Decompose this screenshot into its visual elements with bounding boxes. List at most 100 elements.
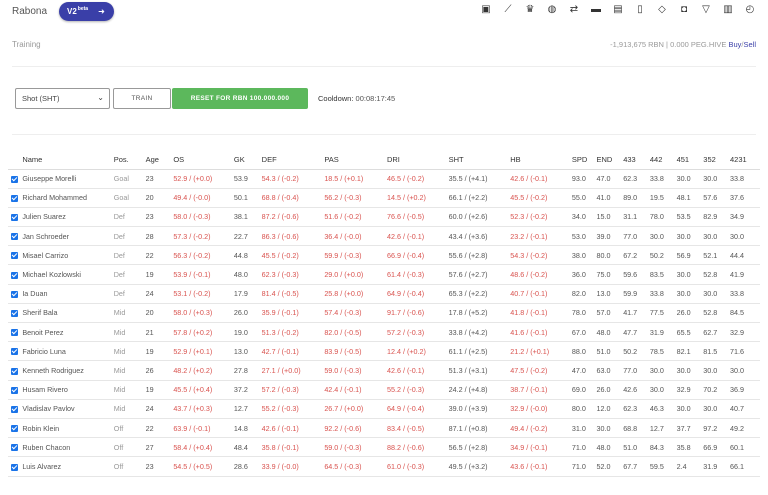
stat-cell: 58.0 / (-0.3): [171, 207, 232, 228]
divider: [12, 134, 756, 135]
tag-icon[interactable]: ◇: [656, 4, 668, 16]
stat-cell: 37.6: [728, 188, 760, 208]
buy-link[interactable]: Buy: [728, 40, 741, 49]
row-checkbox[interactable]: [10, 310, 18, 317]
row-checkbox[interactable]: [10, 386, 18, 394]
stat-cell: 38.1: [231, 207, 260, 228]
stat-cell: 31.9: [701, 456, 728, 477]
column-header[interactable]: HB: [508, 151, 570, 170]
stat-cell: 82.9: [701, 207, 728, 228]
column-header[interactable]: 451: [674, 151, 702, 170]
reset-button[interactable]: RESET FOR RBN 100.000.000: [172, 88, 308, 109]
transfer-icon[interactable]: ⇄: [568, 4, 580, 16]
row-checkbox[interactable]: [10, 194, 18, 202]
column-header[interactable]: Age: [143, 151, 172, 170]
stat-cell: 66.9: [701, 437, 728, 458]
column-header[interactable]: DRI: [384, 151, 447, 170]
player-name: Michael Kozlowski: [20, 264, 112, 285]
column-header[interactable]: GK: [231, 151, 260, 170]
stat-cell: 31.1: [621, 207, 648, 228]
cooldown-value: 00:08:17:45: [355, 94, 396, 103]
column-header[interactable]: DEF: [259, 151, 323, 170]
stat-cell: 88.0: [569, 341, 595, 362]
stat-cell: 51.6 / (-0.2): [322, 207, 385, 228]
row-checkbox-cell: [8, 264, 21, 285]
chart-icon[interactable]: ⟋: [502, 4, 514, 16]
player-position: Off: [111, 418, 144, 439]
stat-cell: 82.0: [569, 284, 595, 304]
player-name: Julien Suarez: [20, 207, 112, 228]
table-row: Ia Duan Def 24 53.1 / (-0.2) 17.9 81.4 / (-0.…: [8, 284, 760, 304]
stat-cell: 60.1: [728, 437, 760, 458]
card-icon[interactable]: ▤: [612, 4, 624, 16]
row-checkbox[interactable]: [10, 425, 18, 433]
stat-cell: 23: [143, 169, 172, 189]
row-checkbox[interactable]: [10, 367, 18, 375]
row-checkbox[interactable]: [10, 175, 18, 183]
stadium-icon[interactable]: ▬: [590, 4, 602, 16]
row-checkbox[interactable]: [10, 252, 18, 260]
stat-cell: 21.2 / (+0.1): [508, 341, 570, 362]
stat-cell: 41.6 / (-0.1): [508, 322, 570, 343]
row-checkbox[interactable]: [10, 348, 18, 356]
stat-cell: 59.0 / (-0.3): [322, 437, 385, 458]
row-checkbox[interactable]: [10, 290, 18, 298]
row-checkbox[interactable]: [10, 214, 18, 222]
v2-beta-button[interactable]: V2 beta ➜: [59, 2, 114, 21]
stat-cell: 30.0: [647, 226, 675, 247]
stat-cell: 37.7: [674, 418, 702, 439]
stat-cell: 68.8 / (-0.4): [259, 188, 323, 208]
row-checkbox[interactable]: [10, 463, 18, 471]
train-button[interactable]: TRAIN: [113, 88, 171, 109]
stat-cell: 19.0: [231, 322, 260, 343]
player-position: Mid: [111, 380, 144, 400]
stat-cell: 36.0: [569, 264, 595, 285]
stat-cell: 33.8: [647, 169, 675, 189]
column-header[interactable]: 433: [621, 151, 648, 170]
club-icon[interactable]: ▣: [480, 4, 492, 16]
bag-icon[interactable]: ◘: [678, 4, 690, 16]
stat-cell: 24.2 / (+4.8): [446, 380, 509, 400]
trophy-cup-icon[interactable]: ▽: [700, 4, 712, 16]
row-checkbox[interactable]: [10, 329, 18, 337]
stat-cell: 52.1: [701, 245, 728, 266]
sell-link[interactable]: Sell: [743, 40, 756, 49]
column-header[interactable]: 4231: [728, 151, 760, 170]
column-header[interactable]: OS: [171, 151, 232, 170]
brand-logo[interactable]: Rabona: [12, 6, 47, 17]
row-checkbox[interactable]: [10, 271, 18, 279]
document-icon[interactable]: ▯: [634, 4, 646, 16]
timer-icon[interactable]: ◴: [744, 4, 756, 16]
stat-cell: 29.0 / (+0.0): [322, 264, 385, 285]
column-header[interactable]: SPD: [569, 151, 595, 170]
table-row: Fabricio Luna Mid 19 52.9 / (+0.1) 13.0 42.7 …: [8, 341, 760, 362]
stat-cell: 49.2: [728, 418, 760, 439]
column-header[interactable]: SHT: [446, 151, 509, 170]
bar-chart-icon[interactable]: ▥: [722, 4, 734, 16]
stat-cell: 50.2: [621, 341, 648, 362]
stat-cell: 30.0: [701, 360, 728, 381]
stat-cell: 76.6 / (-0.5): [384, 207, 447, 228]
page-title: Training: [12, 40, 41, 49]
stat-cell: 53.5: [674, 207, 702, 228]
stat-cell: 52.8: [701, 303, 728, 324]
globe-icon[interactable]: ◍: [546, 4, 558, 16]
row-checkbox[interactable]: [10, 405, 18, 413]
table-row: Benoit Perez Mid 21 57.8 / (+0.2) 19.0 51.3 /…: [8, 322, 760, 343]
column-header[interactable]: END: [594, 151, 622, 170]
column-header[interactable]: Name: [20, 151, 112, 170]
row-checkbox[interactable]: [10, 233, 18, 241]
player-name: Richard Mohammed: [20, 188, 112, 208]
player-position: Off: [111, 456, 144, 477]
skill-select[interactable]: Shot (SHT) ⌄: [15, 88, 110, 109]
stat-cell: 59.0 / (-0.3): [322, 360, 385, 381]
trophy-icon[interactable]: ♛: [524, 4, 536, 16]
column-header[interactable]: 442: [647, 151, 675, 170]
row-checkbox[interactable]: [10, 444, 18, 452]
column-header[interactable]: Pos.: [111, 151, 144, 170]
stat-cell: 65.3 / (+2.2): [446, 284, 509, 304]
stat-cell: 12.4 / (+0.2): [384, 341, 447, 362]
column-header[interactable]: 352: [701, 151, 728, 170]
stat-cell: 33.9 / (-0.0): [259, 456, 323, 477]
column-header[interactable]: PAS: [322, 151, 385, 170]
